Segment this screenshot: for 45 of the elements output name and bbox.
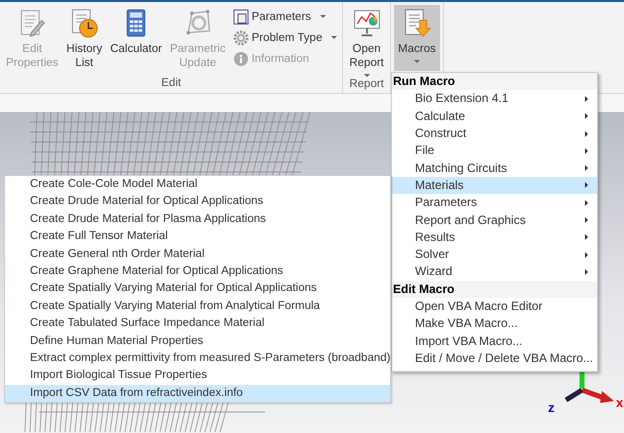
menu-item[interactable]: Create Spatially Varying Material for Optical Applications (5, 280, 390, 298)
x-axis-label: x (616, 395, 624, 410)
group-label: Report (348, 77, 385, 92)
parameter-icon (232, 8, 249, 24)
group-label: Edit (160, 76, 182, 91)
menu-item[interactable]: Solver (392, 246, 597, 264)
info-icon (232, 50, 249, 66)
menu-header: Edit Macro (392, 280, 597, 298)
menu-item[interactable]: Import Biological Tissue Properties (5, 367, 390, 385)
presentation-icon (352, 8, 382, 38)
menu-item[interactable]: Materials (392, 176, 597, 194)
ribbon-button[interactable]: Calculator (107, 5, 165, 56)
menu-item[interactable]: File (392, 142, 597, 160)
menu-item[interactable]: Bio Extension 4.1 (392, 90, 597, 108)
menu-item[interactable]: Parameters (392, 194, 597, 212)
menu-item[interactable]: Calculate (392, 108, 597, 125)
ribbon-button[interactable]: Parameters (230, 6, 340, 27)
menu-item[interactable]: Extract complex permittivity from measured S-Parameters (broadband) (5, 350, 390, 368)
menu-item[interactable]: Create Cole-Cole Model Material (5, 176, 390, 194)
menu-item[interactable]: Create Graphene Material for Optical Applications (5, 262, 390, 280)
menu-item[interactable]: Create General nth Order Material (5, 246, 390, 263)
menu-item[interactable]: Make VBA Macro... (392, 315, 597, 332)
menu-item[interactable]: Edit / Move / Delete VBA Macro... (392, 350, 597, 368)
ribbon-button[interactable]: Open Report (346, 5, 387, 77)
menu-item[interactable]: Create Full Tensor Material (5, 228, 390, 246)
menu-item[interactable]: Results (392, 228, 597, 246)
ribbon-button[interactable]: History List (63, 5, 106, 70)
menu-header: Run Macro (392, 73, 597, 90)
menu-item[interactable]: Construct (392, 124, 597, 142)
menu-item[interactable]: Create Spatially Varying Material from Analytical Formula (5, 298, 390, 316)
menu-item[interactable]: Create Drude Material for Optical Applications (5, 193, 390, 211)
menu-item[interactable]: Matching Circuits (392, 159, 597, 177)
clock-document-icon (69, 8, 100, 38)
menu-item[interactable]: Open VBA Macro Editor (392, 298, 597, 316)
gear-icon (232, 30, 249, 46)
menu-item[interactable]: Import CSV Data from refractiveindex.info (5, 384, 390, 402)
z-axis-label: z (548, 400, 554, 415)
menu-item[interactable]: Wizard (392, 263, 597, 281)
menu-item[interactable]: Define Human Material Properties (5, 332, 390, 350)
menu-item[interactable]: Report and Graphics (392, 211, 597, 229)
macros-button[interactable]: Macros (394, 5, 440, 71)
menu-item[interactable]: Import VBA Macro... (392, 332, 597, 350)
menu-item[interactable]: Create Drude Material for Plasma Applications (5, 210, 390, 228)
menu-item[interactable]: Create Tabulated Surface Impedance Material (5, 315, 390, 333)
ribbon-button[interactable]: Problem Type (230, 27, 340, 48)
